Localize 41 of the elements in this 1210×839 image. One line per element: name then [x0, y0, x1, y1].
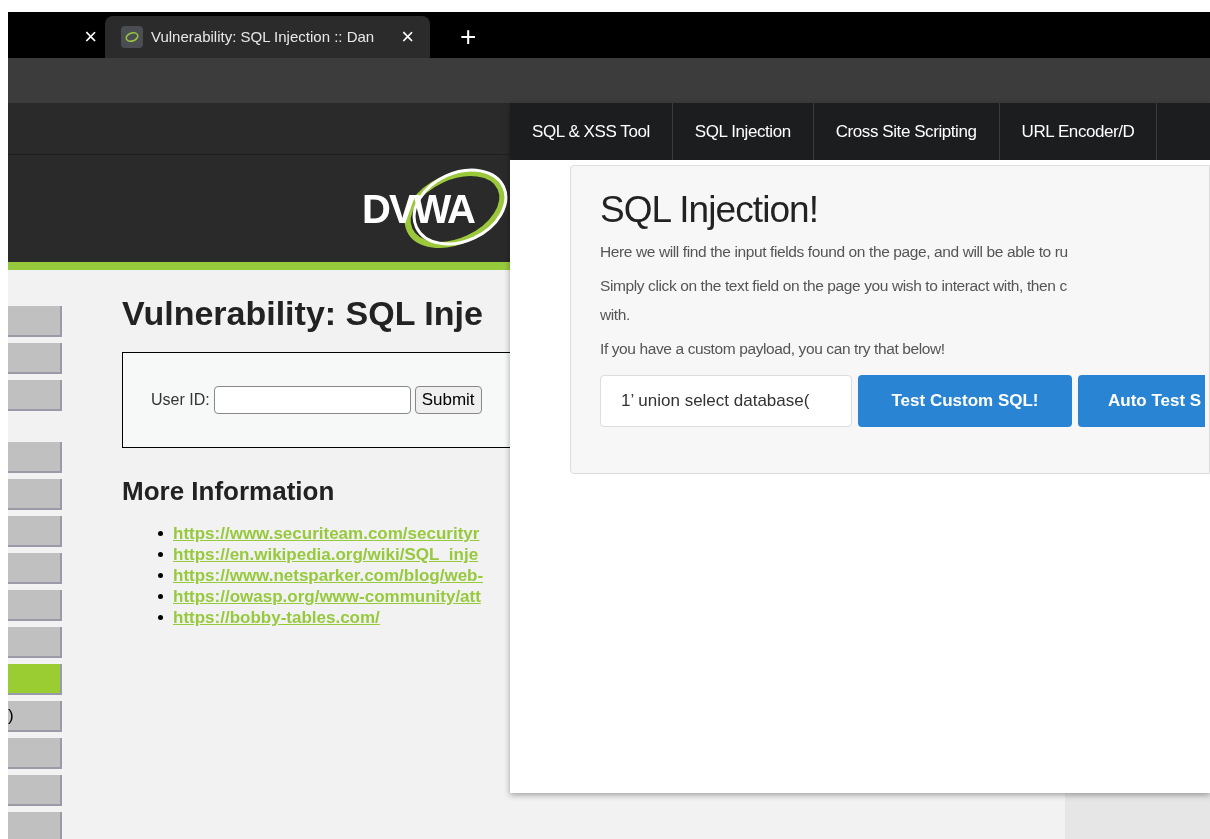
bullet-icon — [158, 573, 163, 578]
section-heading: More Information — [122, 475, 336, 508]
bullet-icon — [158, 594, 163, 599]
card-heading: SQL Injection! — [600, 188, 820, 232]
new-tab-button[interactable]: + — [460, 16, 477, 58]
submit-button[interactable]: Submit — [414, 386, 482, 414]
bullet-icon — [158, 552, 163, 557]
browser-tab[interactable]: Vulnerability: SQL Injection :: Dan × — [105, 16, 430, 58]
bullet-icon — [158, 531, 163, 536]
menu-item[interactable] — [8, 442, 62, 473]
menu-item[interactable] — [8, 553, 62, 584]
menu-item[interactable] — [8, 516, 62, 547]
user-id-field[interactable] — [213, 386, 411, 414]
close-tab-button[interactable]: × — [401, 26, 414, 48]
menu-item[interactable] — [8, 590, 62, 621]
menu-item[interactable] — [8, 738, 62, 769]
menu-item[interactable] — [8, 664, 62, 695]
auto-test-button[interactable]: Auto Test S — [1078, 375, 1206, 427]
menu-item[interactable] — [8, 775, 62, 806]
description-text: Here we will find the input fields found on the page, and will be able to ru — [600, 242, 1069, 262]
bullet-icon — [158, 615, 163, 620]
menu-item[interactable] — [8, 380, 62, 411]
menu-item[interactable] — [8, 479, 62, 510]
menu-item[interactable] — [8, 812, 62, 839]
test-custom-sql-button[interactable]: Test Custom SQL! — [858, 375, 1072, 427]
user-id-label: User ID: — [151, 390, 210, 410]
menu-item[interactable] — [8, 627, 62, 658]
menu-item[interactable] — [8, 343, 62, 374]
description-text: If you have a custom payload, you can try that below! — [600, 339, 946, 359]
menu-item[interactable]: ) — [8, 701, 62, 732]
menu-item[interactable] — [8, 306, 62, 337]
nav-tab[interactable]: Cross Site Scripting — [813, 103, 1000, 160]
favicon-icon — [121, 26, 143, 48]
payload-field[interactable]: 1’ union select database( — [600, 375, 852, 427]
nav-tab[interactable]: SQL Injection — [672, 103, 814, 160]
tab-title: Vulnerability: SQL Injection :: Dan — [151, 26, 375, 47]
nav-tab[interactable]: SQL & XSS Tool — [510, 103, 673, 160]
close-tab-button[interactable]: × — [84, 26, 97, 48]
description-text: Simply click on the text field on the page you wish to interact with, then c with. — [600, 276, 1068, 325]
page-title: Vulnerability: SQL Inje — [122, 293, 484, 334]
nav-tab[interactable]: URL Encoder/D — [999, 103, 1158, 160]
